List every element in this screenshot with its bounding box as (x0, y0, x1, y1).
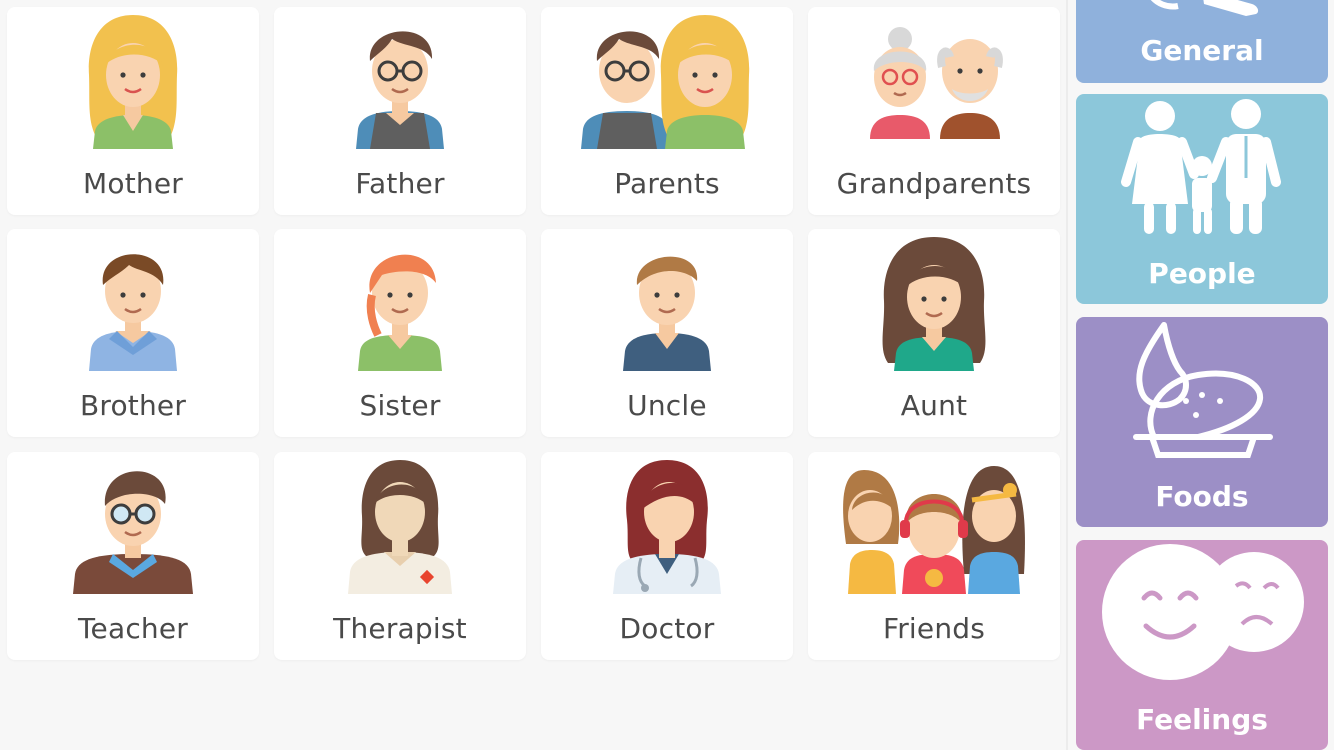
card-label: Friends (882, 612, 986, 645)
card-father[interactable]: Father (274, 7, 526, 215)
mother-icon (88, 15, 178, 149)
card-label: Doctor (619, 612, 715, 645)
card-grandparents[interactable]: Grandparents (808, 7, 1060, 215)
category-foods[interactable]: Foods (1076, 317, 1328, 527)
category-label: Foods (1155, 480, 1249, 513)
card-label: Father (355, 167, 445, 200)
feelings-icon (1102, 544, 1304, 680)
card-teacher[interactable]: Teacher (7, 452, 259, 660)
category-sidebar: General People Foods Feelings (1068, 0, 1334, 750)
category-label: People (1148, 257, 1256, 290)
therapist-icon (348, 460, 452, 594)
teacher-icon (73, 471, 193, 594)
card-label: Mother (83, 167, 183, 200)
card-sister[interactable]: Sister (274, 229, 526, 437)
card-parents[interactable]: Parents (541, 7, 793, 215)
family-icon (1121, 99, 1281, 234)
card-label: Uncle (627, 389, 707, 422)
category-label: Feelings (1136, 703, 1268, 736)
father-icon (356, 31, 444, 149)
category-people[interactable]: People (1076, 94, 1328, 304)
card-label: Aunt (900, 389, 968, 422)
card-friends[interactable]: Friends (808, 452, 1060, 660)
card-uncle[interactable]: Uncle (541, 229, 793, 437)
card-aunt[interactable]: Aunt (808, 229, 1060, 437)
category-feelings[interactable]: Feelings (1076, 540, 1328, 750)
card-doctor[interactable]: Doctor (541, 452, 793, 660)
general-icon (1150, 0, 1259, 16)
grandparents-icon (870, 27, 1003, 139)
aunt-icon (882, 237, 986, 371)
doctor-icon (613, 460, 721, 594)
uncle-icon (623, 256, 711, 371)
brother-icon (89, 254, 177, 371)
food-icon (1133, 322, 1273, 458)
card-therapist[interactable]: Therapist (274, 452, 526, 660)
sister-icon (358, 254, 442, 371)
card-label: Sister (359, 389, 441, 422)
card-label: Therapist (333, 612, 467, 645)
card-mother[interactable]: Mother (7, 7, 259, 215)
parents-icon (581, 15, 750, 149)
card-label: Grandparents (836, 167, 1032, 200)
category-general[interactable]: General (1076, 0, 1328, 83)
card-label: Parents (614, 167, 720, 200)
friends-icon (843, 466, 1025, 594)
card-label: Teacher (77, 612, 188, 645)
category-label: General (1140, 34, 1264, 67)
people-grid: Mother Father Parents Grandparents Broth… (0, 0, 1066, 750)
card-brother[interactable]: Brother (7, 229, 259, 437)
card-label: Brother (79, 389, 187, 422)
